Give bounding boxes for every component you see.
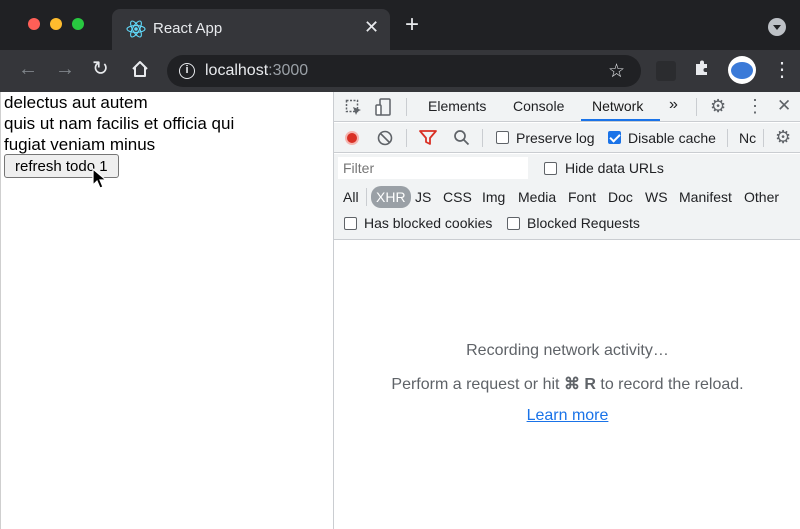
back-arrow-icon[interactable]: ← <box>18 58 38 80</box>
url-text: localhost:3000 <box>205 62 309 79</box>
filter-funnel-icon[interactable] <box>419 130 437 146</box>
preserve-log-checkbox[interactable] <box>496 131 509 144</box>
type-filter-media[interactable]: Media <box>518 186 556 208</box>
home-icon[interactable] <box>130 59 150 79</box>
separator <box>763 129 764 147</box>
close-devtools-icon[interactable]: ✕ <box>777 97 791 114</box>
tab-elements[interactable]: Elements <box>428 98 486 114</box>
site-info-icon[interactable]: i <box>179 63 195 79</box>
separator <box>366 188 367 206</box>
throttling-select[interactable]: Nc <box>739 130 756 146</box>
devtools-menu-icon[interactable]: ⋮ <box>746 97 764 115</box>
type-filter-xhr[interactable]: XHR <box>371 186 411 208</box>
separator <box>406 98 407 116</box>
zoom-window-button[interactable] <box>72 18 84 30</box>
forward-arrow-icon[interactable]: → <box>55 58 75 80</box>
active-tab-indicator <box>581 119 660 121</box>
hide-data-urls-checkbox[interactable] <box>544 162 557 175</box>
tab-search-icon[interactable] <box>768 18 786 36</box>
has-blocked-cookies-checkbox[interactable] <box>344 217 357 230</box>
blocked-requests-label: Blocked Requests <box>527 215 640 231</box>
browser-toolbar: ← → ↻ i localhost:3000 ☆ ⋮ <box>0 50 800 92</box>
page-viewport: delectus aut autem quis ut nam facilis e… <box>0 92 333 529</box>
bookmark-star-icon[interactable]: ☆ <box>608 60 625 83</box>
todo-line: delectus aut autem <box>4 93 148 112</box>
type-filter-js[interactable]: JS <box>415 186 431 208</box>
type-filter-css[interactable]: CSS <box>443 186 472 208</box>
network-empty-state: Recording network activity… Perform a re… <box>334 241 800 529</box>
blocked-requests-checkbox[interactable] <box>507 217 520 230</box>
todo-line: fugiat veniam minus <box>4 135 156 154</box>
close-window-button[interactable] <box>28 18 40 30</box>
empty-state-hint: Perform a request or hit ⌘ R to record t… <box>391 376 744 393</box>
type-filter-doc[interactable]: Doc <box>608 186 633 208</box>
search-icon[interactable] <box>453 129 470 146</box>
inspect-element-icon[interactable] <box>345 99 363 117</box>
minimize-window-button[interactable] <box>50 18 62 30</box>
separator <box>406 129 407 147</box>
type-filter-all[interactable]: All <box>343 186 359 208</box>
hide-data-urls-label: Hide data URLs <box>565 160 664 176</box>
network-toolbar: Preserve log Disable cache Nc ⚙ <box>334 123 800 153</box>
type-filter-ws[interactable]: WS <box>645 186 668 208</box>
clear-icon[interactable] <box>377 130 393 146</box>
tab-close-icon[interactable]: ✕ <box>364 17 379 37</box>
todo-line: quis ut nam facilis et officia qui <box>4 114 235 133</box>
has-blocked-cookies-label: Has blocked cookies <box>364 215 493 231</box>
reload-shortcut: ⌘ R <box>563 376 596 393</box>
device-toolbar-icon[interactable] <box>375 98 393 117</box>
extension-icon[interactable] <box>656 61 676 81</box>
react-logo-icon <box>126 20 146 38</box>
type-filter-other[interactable]: Other <box>744 186 779 208</box>
type-filter-manifest[interactable]: Manifest <box>679 186 732 208</box>
devtools-tab-bar: Elements Console Network » ⚙ ⋮ ✕ <box>334 92 800 122</box>
mouse-pointer-icon <box>92 168 108 189</box>
tab-network[interactable]: Network <box>592 98 643 114</box>
tab-console[interactable]: Console <box>513 98 564 114</box>
browser-tab[interactable]: React App ✕ <box>112 9 390 50</box>
more-tabs-icon[interactable]: » <box>669 96 678 114</box>
reload-icon[interactable]: ↻ <box>92 58 109 80</box>
type-filter-font[interactable]: Font <box>568 186 596 208</box>
separator <box>696 98 697 116</box>
preserve-log-label: Preserve log <box>516 130 595 146</box>
separator <box>482 129 483 147</box>
address-bar[interactable]: i localhost:3000 ☆ <box>167 55 641 87</box>
empty-state-title: Recording network activity… <box>466 342 669 359</box>
record-icon[interactable] <box>345 131 359 145</box>
devtools-panel: Elements Console Network » ⚙ ⋮ ✕ Preserv… <box>333 92 800 529</box>
new-tab-button[interactable]: + <box>405 13 419 37</box>
title-bar: React App ✕ + <box>0 0 800 50</box>
profile-avatar[interactable] <box>728 56 756 84</box>
disable-cache-checkbox[interactable] <box>608 131 621 144</box>
settings-gear-icon[interactable]: ⚙ <box>710 97 726 115</box>
type-filter-img[interactable]: Img <box>482 186 505 208</box>
disable-cache-label: Disable cache <box>628 130 716 146</box>
network-filter-bar: Hide data URLs All XHR JS CSS Img Media … <box>334 154 800 240</box>
separator <box>727 129 728 147</box>
network-settings-gear-icon[interactable]: ⚙ <box>775 128 791 146</box>
filter-input[interactable] <box>338 157 528 179</box>
extensions-puzzle-icon[interactable] <box>692 58 712 83</box>
tab-title: React App <box>153 20 223 37</box>
browser-menu-icon[interactable]: ⋮ <box>772 58 792 82</box>
learn-more-link[interactable]: Learn more <box>334 407 800 425</box>
